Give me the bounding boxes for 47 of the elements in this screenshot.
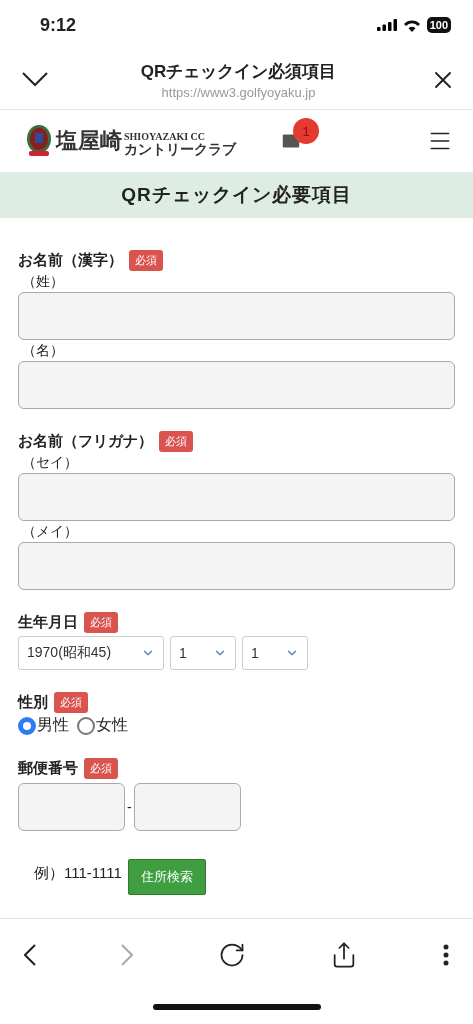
chevron-down-icon (22, 72, 48, 87)
select-field[interactable]: 1970(昭和45) (18, 636, 164, 670)
example-text: 例）111-1111 (34, 863, 122, 883)
radio-label: 女性 (96, 715, 128, 735)
field-label: （姓） (22, 273, 65, 291)
field-label: （メイ） (22, 523, 79, 541)
mail-count-badge: 1 (293, 118, 319, 144)
back-button[interactable] (22, 941, 38, 968)
signal-icon (376, 19, 397, 31)
required-badge: 必須 (129, 250, 163, 271)
logo-latin-text: SHIOYAZAKI CC (124, 132, 207, 142)
field-label: 生年月日 (18, 613, 78, 632)
collapse-button[interactable] (20, 70, 50, 89)
radio-label: 男性 (37, 715, 69, 735)
field-label: （セイ） (22, 454, 79, 472)
field-label: （名） (22, 342, 65, 360)
browser-url: https://www3.golfyoyaku.jp (161, 84, 316, 100)
field-label: お名前（フリガナ） (18, 432, 153, 451)
back-icon (24, 943, 36, 966)
status-time: 9:12 (40, 14, 77, 36)
field-label: 郵便番号 (18, 759, 78, 778)
separator: - (127, 799, 132, 815)
forward-icon (120, 943, 133, 966)
select-field[interactable]: 1 (170, 636, 236, 670)
logo-sub-text: カントリークラブ (124, 142, 236, 156)
input-field[interactable] (18, 361, 455, 409)
input-field[interactable] (18, 292, 455, 340)
radio-button[interactable] (18, 716, 36, 735)
battery-level: 100 (426, 17, 451, 33)
radio-button[interactable] (77, 716, 95, 735)
required-badge: 必須 (159, 431, 193, 452)
field-label: お名前（漢字） (18, 251, 123, 270)
club-emblem-icon (26, 124, 52, 158)
select-field[interactable]: 1 (242, 636, 308, 670)
input-field[interactable] (18, 542, 455, 590)
required-badge: 必須 (54, 692, 88, 713)
more-icon (443, 943, 449, 966)
input-field[interactable] (133, 783, 241, 831)
page-title: QRチェックイン必要項目 (0, 172, 473, 218)
required-badge: 必須 (84, 758, 118, 779)
wifi-icon (402, 18, 421, 32)
required-badge: 必須 (84, 612, 118, 633)
input-field[interactable] (18, 783, 125, 831)
input-field[interactable] (18, 473, 455, 521)
field-label: 性別 (18, 693, 48, 712)
browser-title: QRチェックイン必須項目 (140, 60, 337, 83)
logo-main-text: 塩屋崎 (56, 127, 122, 155)
